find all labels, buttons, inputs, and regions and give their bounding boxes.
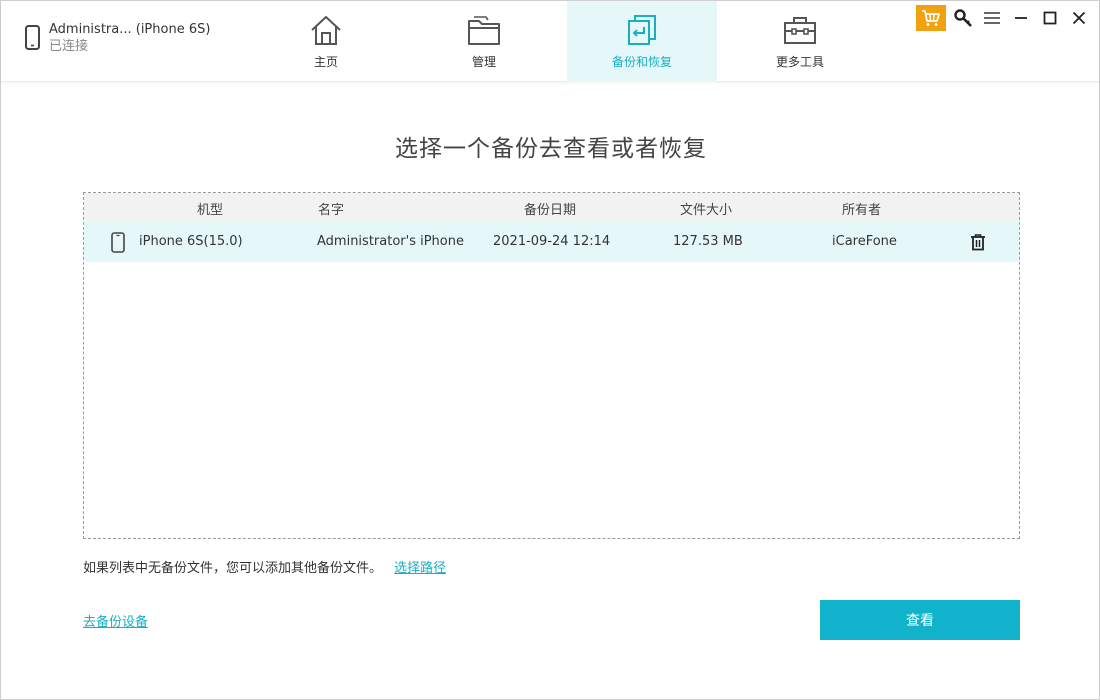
view-button[interactable]: 查看 [820, 600, 1020, 640]
column-header-date: 备份日期 [524, 203, 577, 218]
maximize-button[interactable] [1035, 5, 1064, 31]
window-controls [916, 5, 1093, 31]
tab-manage[interactable]: 管理 [409, 1, 559, 82]
column-header-model: 机型 [197, 203, 224, 218]
menu-icon [983, 12, 1000, 24]
close-icon [1072, 11, 1085, 25]
page-title: 选择一个备份去查看或者恢复 [395, 136, 707, 162]
select-path-link[interactable]: 选择路径 [394, 561, 446, 576]
table-row[interactable]: iPhone 6S(15.0) Administrator's iPhone 2… [84, 222, 1019, 262]
column-header-size: 文件大小 [680, 203, 733, 218]
home-icon [311, 16, 341, 45]
register-button[interactable] [948, 5, 977, 31]
phone-icon [111, 232, 125, 253]
cell-date: 2021-09-24 12:14 [493, 234, 611, 249]
go-backup-link[interactable]: 去备份设备 [83, 611, 148, 630]
app-window: Administra... (iPhone 6S) 已连接 主页 管理 备份和恢… [0, 0, 1100, 700]
top-bar: Administra... (iPhone 6S) 已连接 主页 管理 备份和恢… [1, 1, 1099, 82]
table-header: 机型 名字 备份日期 文件大小 所有者 [84, 193, 1019, 222]
hint-text: 如果列表中无备份文件，您可以添加其他备份文件。 [83, 561, 383, 576]
delete-icon[interactable] [969, 233, 987, 251]
column-header-name: 名字 [318, 203, 345, 218]
tab-label: 备份和恢复 [611, 55, 672, 69]
toolbox-icon [784, 17, 816, 44]
cart-icon [922, 10, 940, 26]
menu-button[interactable] [977, 5, 1006, 31]
close-button[interactable] [1064, 5, 1093, 31]
backup-table: 机型 名字 备份日期 文件大小 所有者 iPhone 6S(15.0) Admi… [83, 192, 1020, 539]
hint-text-line: 如果列表中无备份文件，您可以添加其他备份文件。 选择路径 [83, 557, 446, 576]
tab-more-tools[interactable]: 更多工具 [725, 1, 875, 82]
tab-label: 主页 [313, 55, 338, 69]
phone-icon [25, 25, 40, 50]
folder-icon [468, 16, 500, 45]
tab-label: 管理 [471, 55, 496, 69]
tab-home[interactable]: 主页 [251, 1, 401, 82]
device-status: 已连接 [49, 39, 89, 54]
cell-name: Administrator's iPhone [317, 234, 464, 249]
cell-model: iPhone 6S(15.0) [139, 234, 243, 249]
minimize-button[interactable] [1006, 5, 1035, 31]
cart-button[interactable] [916, 5, 946, 31]
device-name: Administra... (iPhone 6S) [49, 22, 211, 37]
cell-size: 127.53 MB [673, 234, 743, 249]
tab-backup-restore[interactable]: 备份和恢复 [567, 1, 717, 82]
cell-owner: iCareFone [832, 234, 897, 249]
tab-label: 更多工具 [775, 55, 824, 69]
device-info[interactable]: Administra... (iPhone 6S) 已连接 [23, 21, 210, 61]
maximize-icon [1043, 11, 1056, 25]
backup-restore-icon [628, 15, 656, 45]
key-icon [953, 9, 972, 27]
minimize-icon [1014, 17, 1027, 19]
column-header-owner: 所有者 [842, 203, 882, 218]
